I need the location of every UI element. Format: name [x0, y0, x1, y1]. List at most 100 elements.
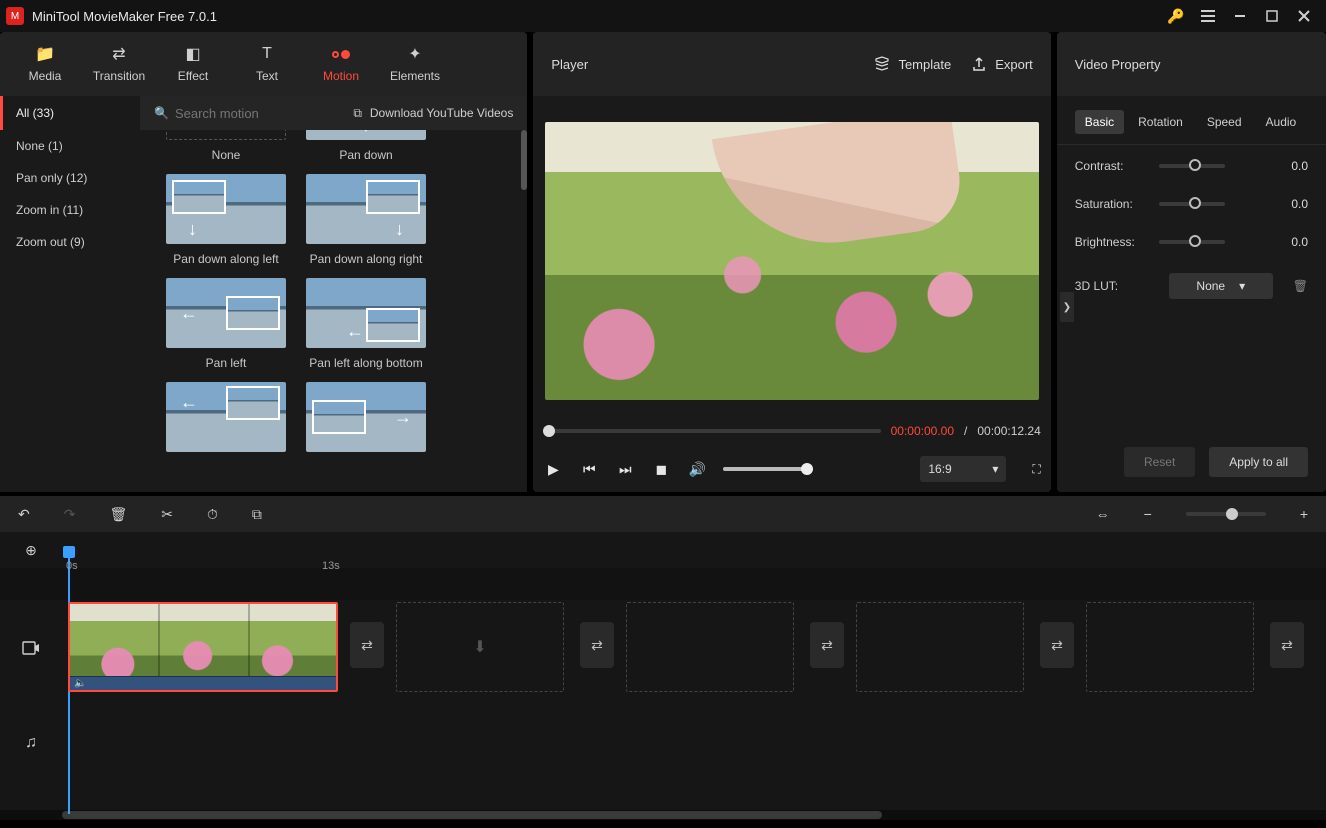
folder-icon: 📁: [35, 45, 55, 63]
category-label: Zoom in (11): [16, 203, 83, 217]
speaker-icon: 🔈: [74, 678, 86, 689]
prop-tab-basic[interactable]: Basic: [1075, 110, 1124, 134]
clip-drop-slot[interactable]: ⬇: [396, 602, 564, 692]
crop-button[interactable]: ⧉: [252, 506, 262, 523]
category-none[interactable]: None (1): [0, 130, 140, 162]
motion-label: Pan left: [206, 356, 247, 370]
seek-slider[interactable]: [543, 429, 880, 433]
prop-tab-audio[interactable]: Audio: [1256, 110, 1307, 134]
undo-button[interactable]: ↶: [18, 506, 30, 523]
volume-slider[interactable]: [723, 467, 813, 471]
hamburger-menu-icon[interactable]: [1192, 0, 1224, 32]
titlebar: M MiniTool MovieMaker Free 7.0.1 🔑: [0, 0, 1326, 32]
motion-item-pan-left-bottom[interactable]: ← Pan left along bottom: [296, 278, 436, 370]
delete-button[interactable]: 🗑: [109, 506, 127, 523]
zoom-out-button[interactable]: −: [1144, 506, 1152, 522]
close-button[interactable]: [1288, 0, 1320, 32]
tab-motion[interactable]: Motion: [304, 32, 378, 96]
download-label: Download YouTube Videos: [370, 106, 513, 120]
template-label: Template: [898, 57, 951, 72]
license-key-icon[interactable]: 🔑: [1160, 0, 1192, 32]
tab-transition[interactable]: ⇄ Transition: [82, 32, 156, 96]
motion-item-pan-left[interactable]: ← Pan left: [156, 278, 296, 370]
saturation-label: Saturation:: [1075, 197, 1149, 211]
lut-label: 3D LUT:: [1075, 279, 1149, 293]
search-input[interactable]: [175, 106, 315, 121]
fullscreen-button[interactable]: ⛶: [1032, 462, 1040, 477]
export-button[interactable]: Export: [971, 56, 1033, 72]
timeline-horizontal-scrollbar[interactable]: [0, 810, 1326, 820]
panel-expand-toggle[interactable]: ❯: [1060, 292, 1074, 322]
redo-button[interactable]: ↷: [64, 506, 76, 523]
category-zoom-in[interactable]: Zoom in (11): [0, 194, 140, 226]
clip-drop-slot[interactable]: [626, 602, 794, 692]
category-all[interactable]: All (33): [0, 96, 140, 130]
tab-effect[interactable]: ◧ Effect: [156, 32, 230, 96]
apply-all-button[interactable]: Apply to all: [1209, 447, 1308, 477]
category-zoom-out[interactable]: Zoom out (9): [0, 226, 140, 258]
clip-drop-slot[interactable]: [856, 602, 1024, 692]
contrast-slider[interactable]: [1159, 164, 1225, 168]
audio-track[interactable]: ♫: [0, 696, 1326, 790]
time-current: 00:00:00.00: [891, 424, 954, 438]
lut-dropdown[interactable]: None ▾: [1169, 273, 1273, 299]
reset-button[interactable]: Reset: [1124, 447, 1195, 477]
saturation-slider[interactable]: [1159, 202, 1225, 206]
motion-grid: 🚫 None ↓ Pan down ↓ Pan down along left …: [156, 130, 521, 460]
prev-frame-button[interactable]: ⏮: [579, 461, 599, 478]
tab-text[interactable]: T Text: [230, 32, 304, 96]
video-preview[interactable]: [545, 122, 1039, 400]
minimize-button[interactable]: [1224, 0, 1256, 32]
lut-row: 3D LUT: None ▾ 🗑: [1075, 273, 1308, 299]
tab-elements[interactable]: ✦ Elements: [378, 32, 452, 96]
chevron-down-icon: ▾: [1239, 279, 1245, 293]
seek-bar-row: 00:00:00.00 / 00:00:12.24: [533, 416, 1050, 446]
download-youtube-button[interactable]: ⧉ Download YouTube Videos: [353, 106, 527, 121]
tab-label: Effect: [178, 69, 208, 83]
prop-tab-speed[interactable]: Speed: [1197, 110, 1252, 134]
motion-label: Pan down along left: [173, 252, 278, 266]
video-track[interactable]: 🔈 ⇄ ⬇ ⇄ ⇄ ⇄ ⇄: [0, 600, 1326, 696]
motion-label: Pan down: [339, 148, 392, 162]
transition-slot[interactable]: ⇄: [810, 622, 844, 668]
transition-slot[interactable]: ⇄: [1040, 622, 1074, 668]
aspect-ratio-dropdown[interactable]: 16:9 ▾: [920, 456, 1006, 482]
music-track-icon: ♫: [25, 734, 37, 752]
motion-item[interactable]: ←: [156, 382, 296, 460]
library-subbar: All (33) 🔍 ⧉ Download YouTube Videos: [0, 96, 527, 130]
motion-item-pan-down-right[interactable]: ↓ Pan down along right: [296, 174, 436, 266]
stop-button[interactable]: ◼: [651, 461, 671, 478]
zoom-slider[interactable]: [1186, 512, 1266, 516]
split-button[interactable]: ✂: [161, 506, 173, 523]
tab-media[interactable]: 📁 Media: [8, 32, 82, 96]
transition-slot[interactable]: ⇄: [1270, 622, 1304, 668]
app-logo: M: [6, 7, 24, 25]
volume-icon[interactable]: 🔊: [687, 461, 707, 478]
timeline-ruler[interactable]: ⊕ 0s 13s: [0, 532, 1326, 568]
motion-label: Pan left along bottom: [309, 356, 422, 370]
motion-item[interactable]: →: [296, 382, 436, 460]
template-button[interactable]: Template: [874, 56, 951, 72]
lut-delete-icon[interactable]: 🗑: [1293, 279, 1308, 293]
speed-button[interactable]: ⏱: [207, 506, 218, 523]
thumbnail-none: 🚫: [166, 130, 286, 140]
play-button[interactable]: ▶: [543, 461, 563, 478]
transition-slot[interactable]: ⇄: [580, 622, 614, 668]
saturation-value: 0.0: [1291, 197, 1308, 211]
timeline-fit-button[interactable]: ⇔: [1096, 506, 1110, 522]
category-pan-only[interactable]: Pan only (12): [0, 162, 140, 194]
motion-item-pan-down[interactable]: ↓ Pan down: [296, 130, 436, 162]
clip-drop-slot[interactable]: [1086, 602, 1254, 692]
motion-item-pan-down-left[interactable]: ↓ Pan down along left: [156, 174, 296, 266]
category-label: Zoom out (9): [16, 235, 85, 249]
motion-item-none[interactable]: 🚫 None: [156, 130, 296, 162]
video-clip[interactable]: 🔈: [68, 602, 338, 692]
add-track-icon[interactable]: ⊕: [25, 542, 37, 559]
library-scrollbar[interactable]: [521, 130, 527, 190]
next-frame-button[interactable]: ⏭: [615, 461, 635, 478]
maximize-button[interactable]: [1256, 0, 1288, 32]
zoom-in-button[interactable]: +: [1300, 506, 1308, 522]
prop-tab-rotation[interactable]: Rotation: [1128, 110, 1193, 134]
brightness-slider[interactable]: [1159, 240, 1225, 244]
transition-slot[interactable]: ⇄: [350, 622, 384, 668]
